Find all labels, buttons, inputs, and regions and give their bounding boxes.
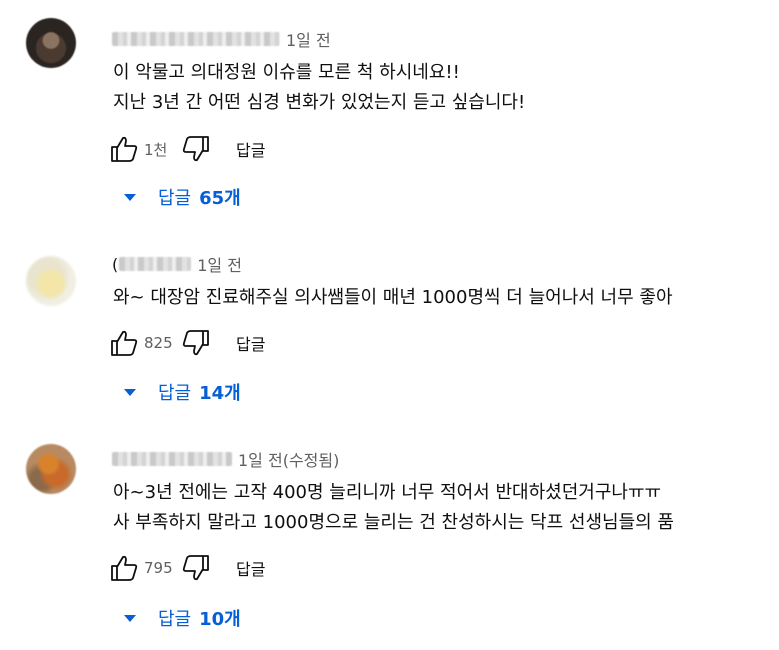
avatar[interactable] bbox=[26, 18, 76, 68]
comment-time[interactable]: 1일 전 bbox=[286, 27, 331, 51]
comment-actions: 795 답글 bbox=[108, 552, 265, 584]
author-name-blurred[interactable] bbox=[112, 32, 280, 46]
comment-header: ( 1일 전 bbox=[112, 252, 242, 276]
replies-label: 답글 bbox=[158, 609, 192, 630]
thumbs-down-icon[interactable] bbox=[180, 327, 212, 359]
author-name-blurred[interactable] bbox=[119, 257, 192, 271]
avatar[interactable] bbox=[26, 256, 76, 306]
comment-time[interactable]: 1일 전(수정됨) bbox=[238, 447, 339, 471]
thumbs-down-icon[interactable] bbox=[180, 133, 212, 165]
avatar[interactable] bbox=[26, 444, 76, 494]
reply-button[interactable]: 답글 bbox=[236, 556, 265, 580]
like-count: 795 bbox=[144, 559, 173, 577]
view-replies-button[interactable]: 답글 10개 bbox=[120, 603, 241, 633]
comment-actions: 825 답글 bbox=[108, 327, 265, 359]
comment-time[interactable]: 1일 전 bbox=[197, 252, 242, 276]
caret-down-icon bbox=[124, 614, 136, 622]
comment-header: 1일 전 bbox=[112, 28, 331, 50]
reply-button[interactable]: 답글 bbox=[236, 137, 265, 161]
thumbs-up-icon[interactable] bbox=[108, 327, 140, 359]
comment-actions: 1천 답글 bbox=[108, 133, 265, 165]
view-replies-button[interactable]: 답글 14개 bbox=[120, 377, 241, 407]
like-count: 1천 bbox=[144, 140, 168, 159]
thumbs-up-icon[interactable] bbox=[108, 133, 140, 165]
author-name-prefix: ( bbox=[112, 254, 119, 274]
comment-text-line: 사 부족하지 말라고 1000명으로 늘리는 건 찬성하시는 닥프 선생님들의 … bbox=[113, 512, 674, 533]
thumbs-down-icon[interactable] bbox=[180, 552, 212, 584]
replies-count: 65개 bbox=[199, 188, 241, 209]
comment-text-line: 아~3년 전에는 고작 400명 늘리니까 너무 적어서 반대하셨던거구나ㅠㅠ bbox=[113, 482, 662, 503]
comment-text-line: 지난 3년 간 어떤 심경 변화가 있었는지 듣고 싶습니다! bbox=[113, 92, 526, 113]
replies-count: 10개 bbox=[199, 609, 241, 630]
replies-label: 답글 bbox=[158, 188, 192, 209]
comment-text-line: 이 악물고 의대정원 이슈를 모른 척 하시네요!! bbox=[113, 62, 460, 83]
reply-button[interactable]: 답글 bbox=[236, 331, 265, 355]
like-count: 825 bbox=[144, 334, 173, 352]
comment-header: 1일 전(수정됨) bbox=[112, 448, 339, 470]
thumbs-up-icon[interactable] bbox=[108, 552, 140, 584]
comment-text-line: 와~ 대장암 진료해주실 의사쌤들이 매년 1000명씩 더 늘어나서 너무 좋… bbox=[113, 287, 673, 308]
caret-down-icon bbox=[124, 193, 136, 201]
replies-label: 답글 bbox=[158, 383, 192, 404]
replies-count: 14개 bbox=[199, 383, 241, 404]
author-name-blurred[interactable] bbox=[112, 452, 232, 466]
view-replies-button[interactable]: 답글 65개 bbox=[120, 182, 241, 212]
caret-down-icon bbox=[124, 388, 136, 396]
